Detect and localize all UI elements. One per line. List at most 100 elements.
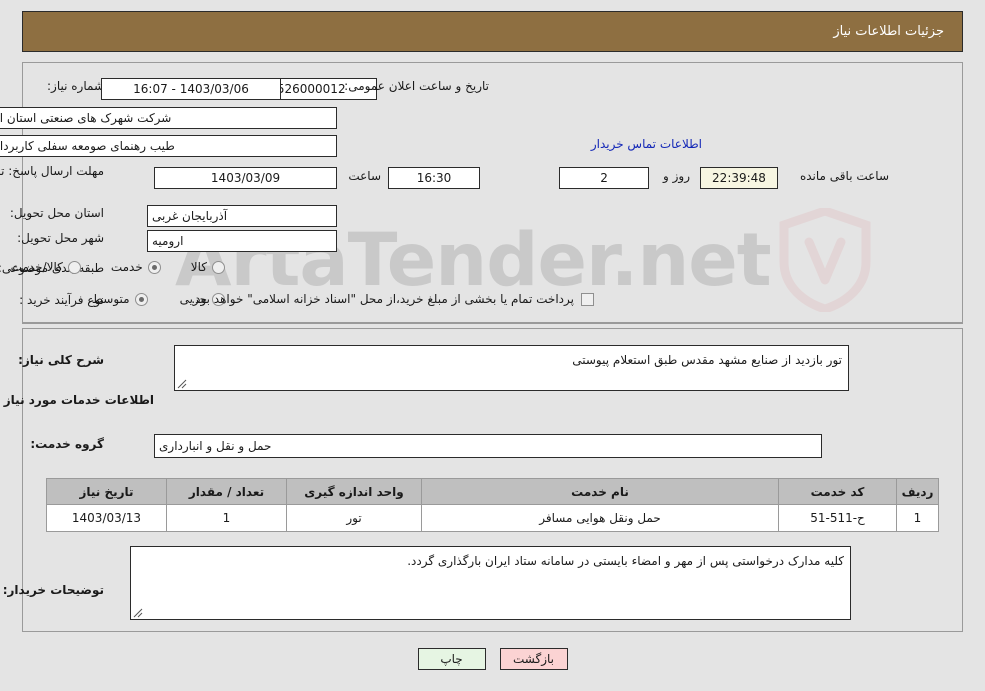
need-number-label-wrap: شماره نیاز: (47, 79, 104, 93)
remaining-time-value: 22:39:48 (712, 171, 766, 185)
cell-service-code: ح-511-51 (778, 504, 897, 532)
city-value: ارومیه (152, 234, 184, 248)
remaining-time-label: ساعت باقی مانده (799, 169, 889, 183)
category-option-2[interactable]: کالا/خدمت (11, 260, 81, 274)
deadline-hour-field-wrap: 16:30 (388, 167, 480, 189)
page-title: جزئیات اطلاعات نیاز (833, 24, 944, 39)
remaining-time-field: 22:39:48 (700, 167, 778, 189)
requester-field[interactable]: طیب رهنمای صومعه سفلی کاربرداز شرکت شهرک… (0, 135, 337, 157)
remaining-time-field-wrap: 22:39:48 (700, 167, 778, 189)
radio-icon[interactable] (67, 260, 81, 274)
table-header-row: ردیف کد خدمت نام خدمت واحد اندازه گیری ت… (46, 478, 939, 505)
province-label-wrap: استان محل تحویل: (10, 206, 104, 220)
remaining-days-label-wrap: روز و (663, 169, 690, 183)
buyer-notes-label: توضیحات خریدار: (2, 583, 104, 597)
treasury-checkbox[interactable] (581, 292, 594, 306)
description-value: تور بازدید از صنایع مشهد مقدس طبق استعلا… (572, 353, 842, 367)
cell-row-no: 1 (896, 504, 939, 532)
buyer-contact-link[interactable]: اطلاعات تماس خریدار (591, 137, 702, 151)
remaining-days-label: روز و (663, 169, 690, 183)
service-group-field[interactable]: حمل و نقل و انبارداری (154, 434, 822, 458)
category-option-0[interactable]: کالا (191, 260, 225, 274)
remaining-days-value: 2 (600, 171, 608, 185)
process-option-1[interactable]: متوسط (92, 292, 148, 306)
buyer-notes-label-wrap: توضیحات خریدار: (3, 583, 104, 597)
service-group-label: گروه خدمت: (30, 437, 104, 451)
province-field[interactable]: آذربایجان غربی (147, 205, 337, 227)
cell-unit: تور (286, 504, 422, 532)
radio-icon[interactable] (134, 292, 148, 306)
deadline-date-value: 1403/03/09 (210, 171, 281, 185)
col-service-code: کد خدمت (778, 478, 897, 505)
province-value: آذربایجان غربی (152, 209, 228, 223)
requester-value: طیب رهنمای صومعه سفلی کاربرداز شرکت شهرک… (0, 139, 175, 153)
process-option-label: متوسط (91, 292, 130, 306)
category-option-label: کالا (190, 260, 207, 274)
city-label-wrap: شهر محل تحویل: (17, 231, 104, 245)
deadline-date-field-wrap: 1403/03/09 (154, 167, 337, 189)
announce-date-field[interactable]: 1403/03/06 - 16:07 (101, 78, 281, 100)
deadline-hour-value: 16:30 (416, 171, 452, 185)
page-header-bar: جزئیات اطلاعات نیاز (22, 11, 963, 52)
description-label: شرح کلی نیاز: (18, 353, 104, 367)
category-option-1[interactable]: خدمت (111, 260, 161, 274)
city-field[interactable]: ارومیه (147, 230, 337, 252)
print-button[interactable]: چاپ (417, 648, 486, 670)
table-body: 1 ح-511-51 حمل ونقل هوایی مسافر تور 1 14… (46, 504, 939, 532)
description-textarea[interactable]: تور بازدید از صنایع مشهد مقدس طبق استعلا… (174, 345, 849, 391)
announce-label-wrap: تاریخ و ساعت اعلان عمومی: (344, 79, 489, 93)
radio-icon[interactable] (147, 260, 161, 274)
cell-quantity: 1 (166, 504, 287, 532)
remaining-time-label-wrap: ساعت باقی مانده (800, 169, 889, 183)
province-label: استان محل تحویل: (9, 206, 104, 220)
col-need-date: تاریخ نیاز (46, 478, 167, 505)
buyer-org-field-wrap: شرکت شهرک های صنعتی استان اذربایجان غربی (0, 107, 337, 129)
category-option-label: خدمت (110, 260, 143, 274)
service-group-label-wrap: گروه خدمت: (30, 437, 104, 451)
buyer-notes-field-wrap: کلیه مدارک درخواستی پس از مهر و امضاء با… (130, 546, 851, 620)
announce-field-wrap: 1403/03/06 - 16:07 (101, 78, 281, 100)
need-number-label: شماره نیاز: (47, 79, 104, 93)
deadline-date-field[interactable]: 1403/03/09 (154, 167, 337, 189)
buyer-org-field[interactable]: شرکت شهرک های صنعتی استان اذربایجان غربی (0, 107, 337, 129)
treasury-note-wrap: پرداخت تمام یا بخشی از مبلغ خرید،از محل … (191, 292, 594, 306)
remaining-days-field[interactable]: 2 (559, 167, 649, 189)
requester-field-wrap: طیب رهنمای صومعه سفلی کاربرداز شرکت شهرک… (0, 135, 337, 157)
deadline-hour-label-wrap: ساعت (348, 169, 381, 183)
col-row-no: ردیف (896, 478, 939, 505)
category-radio-group: کالا خدمت کالا/خدمت (11, 260, 225, 274)
deadline-hour-field[interactable]: 16:30 (388, 167, 480, 189)
page-root: ArtaTender.net جزئیات اطلاعات نیاز شماره… (0, 0, 985, 691)
top-info-panel (22, 62, 963, 324)
col-quantity: تعداد / مقدار (166, 478, 287, 505)
description-label-wrap: شرح کلی نیاز: (18, 353, 104, 367)
service-group-value: حمل و نقل و انبارداری (159, 439, 272, 453)
cell-service-name: حمل ونقل هوایی مسافر (421, 504, 779, 532)
buyer-org-value: شرکت شهرک های صنعتی استان اذربایجان غربی (0, 111, 172, 125)
col-service-name: نام خدمت (421, 478, 779, 505)
buyer-notes-value: کلیه مدارک درخواستی پس از مهر و امضاء با… (407, 554, 844, 568)
services-section-heading: اطلاعات خدمات مورد نیاز (3, 393, 154, 407)
services-table: ردیف کد خدمت نام خدمت واحد اندازه گیری ت… (46, 478, 939, 532)
deadline-label-wrap: مهلت ارسال پاسخ: تا تاریخ: (0, 163, 104, 180)
resize-grip-icon[interactable] (177, 379, 187, 389)
buyer-contact-link-wrap: اطلاعات تماس خریدار (591, 137, 702, 151)
deadline-label: مهلت ارسال پاسخ: تا تاریخ: (0, 164, 104, 178)
city-label: شهر محل تحویل: (17, 231, 104, 245)
announce-date-label: تاریخ و ساعت اعلان عمومی: (344, 79, 489, 93)
province-field-wrap: آذربایجان غربی (147, 205, 337, 227)
table-head: ردیف کد خدمت نام خدمت واحد اندازه گیری ت… (46, 478, 939, 505)
service-group-field-wrap: حمل و نقل و انبارداری (154, 434, 822, 458)
deadline-hour-label: ساعت (348, 169, 381, 183)
announce-date-value: 1403/03/06 - 16:07 (133, 82, 249, 96)
buyer-notes-textarea[interactable]: کلیه مدارک درخواستی پس از مهر و امضاء با… (130, 546, 851, 620)
resize-grip-icon[interactable] (133, 608, 143, 618)
services-table-wrap: ردیف کد خدمت نام خدمت واحد اندازه گیری ت… (46, 478, 939, 532)
back-button[interactable]: بازگشت (499, 648, 568, 670)
treasury-note-label: پرداخت تمام یا بخشی از مبلغ خرید،از محل … (191, 292, 574, 306)
table-row[interactable]: 1 ح-511-51 حمل ونقل هوایی مسافر تور 1 14… (46, 504, 939, 532)
description-field-wrap: تور بازدید از صنایع مشهد مقدس طبق استعلا… (174, 345, 849, 391)
footer-actions: بازگشت چاپ (0, 648, 985, 670)
city-field-wrap: ارومیه (147, 230, 337, 252)
radio-icon[interactable] (212, 260, 225, 274)
